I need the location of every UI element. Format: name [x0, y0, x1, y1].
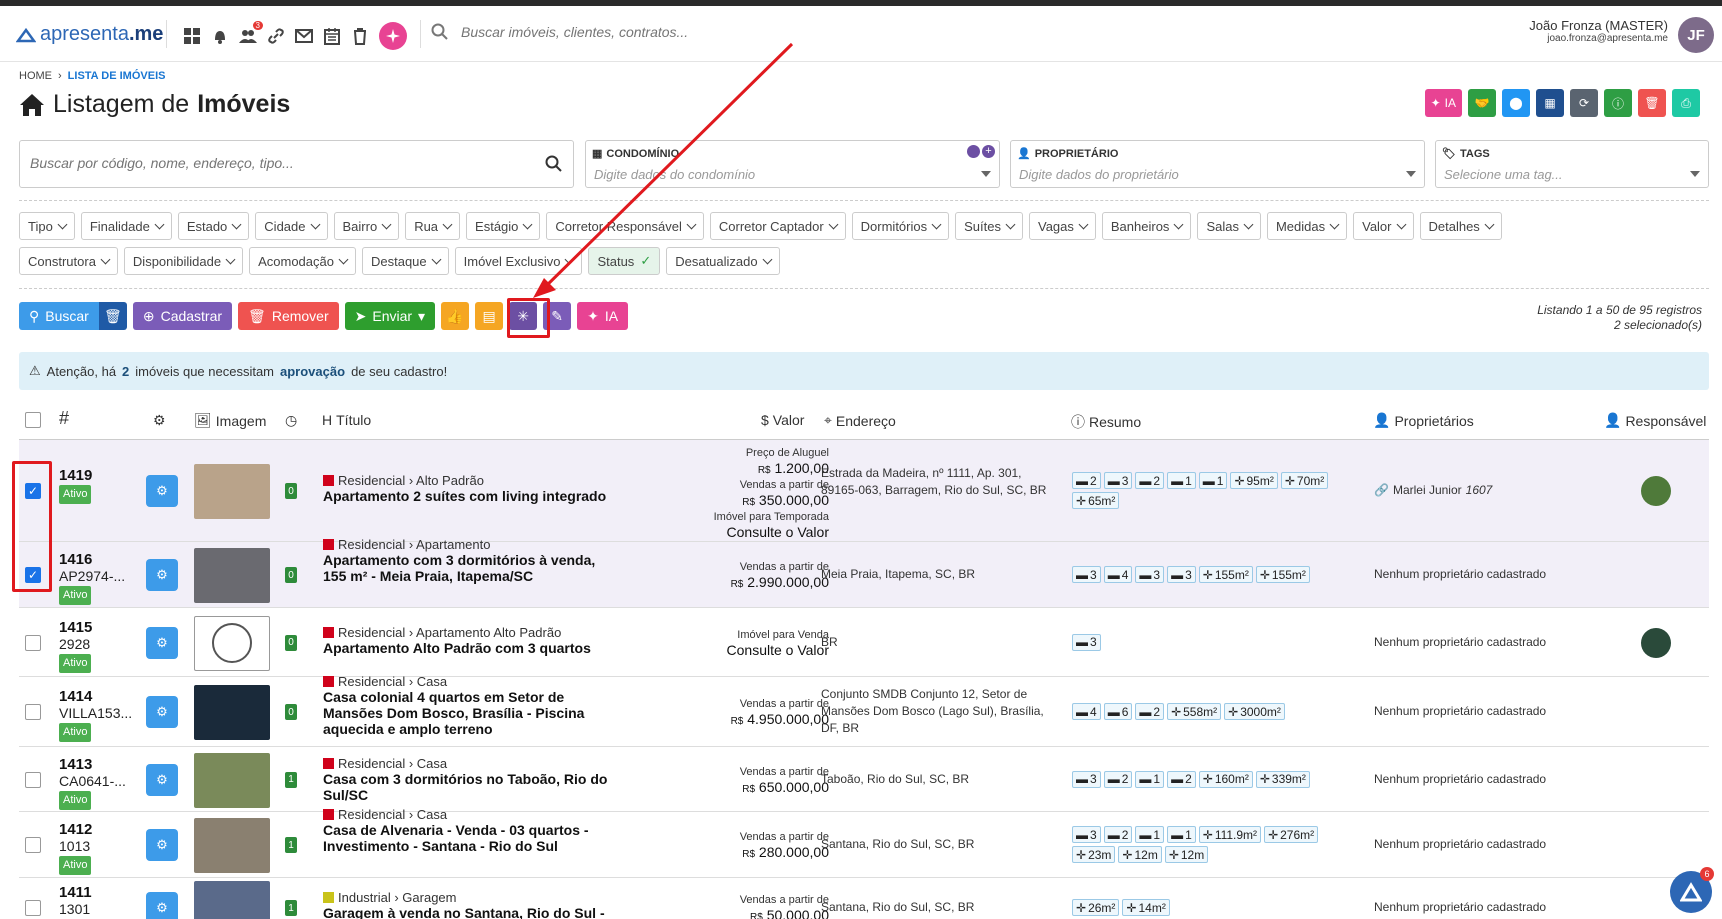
annotation-arrow — [533, 42, 794, 298]
help-fab-button[interactable]: 6 — [1670, 867, 1714, 913]
logo-icon — [1680, 882, 1702, 902]
app-window: apresenta.me 3 João Fronza (MASTER) joao… — [0, 6, 1722, 919]
fab-badge: 6 — [1700, 867, 1714, 881]
